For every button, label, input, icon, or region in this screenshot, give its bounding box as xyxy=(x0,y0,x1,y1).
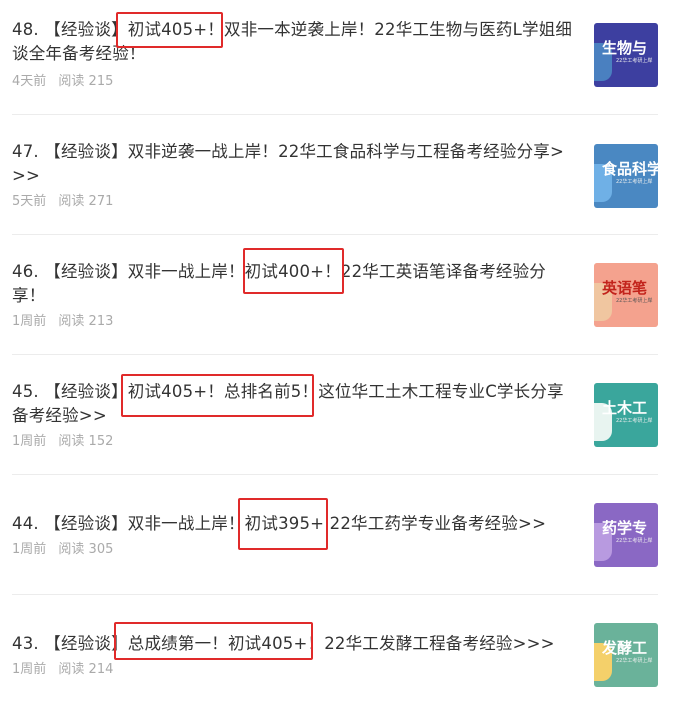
read-count: 阅读 305 xyxy=(58,542,114,557)
thumbnail-subtitle: 22华工考研上岸 xyxy=(616,179,653,185)
article-title[interactable]: 47. 【经验谈】双非逆袭一战上岸！22华工食品科学与工程备考经验分享>>> xyxy=(12,140,577,188)
highlight-box xyxy=(121,374,314,417)
read-count: 阅读 271 xyxy=(58,194,114,209)
publish-time: 1周前 xyxy=(12,662,47,677)
thumbnail-label: 发酵工 xyxy=(602,639,648,657)
read-count: 阅读 213 xyxy=(58,314,114,329)
thumbnail-label: 英语笔 xyxy=(602,279,648,297)
publish-time: 4天前 xyxy=(12,74,47,89)
article-thumbnail[interactable]: 英语笔 22华工考研上岸 xyxy=(594,263,658,327)
article-thumbnail[interactable]: 生物与 22华工考研上岸 xyxy=(594,23,658,87)
article-meta: 4天前 阅读 215 xyxy=(12,74,113,90)
read-count: 阅读 214 xyxy=(58,662,114,677)
divider xyxy=(12,114,658,115)
highlight-box xyxy=(243,248,344,294)
article-thumbnail[interactable]: 药学专 22华工考研上岸 xyxy=(594,503,658,567)
list-item[interactable]: 47. 【经验谈】双非逆袭一战上岸！22华工食品科学与工程备考经验分享>>> 5… xyxy=(0,140,677,232)
publish-time: 1周前 xyxy=(12,542,47,557)
article-thumbnail[interactable]: 食品科学 22华工考研上岸 xyxy=(594,144,658,208)
article-thumbnail[interactable]: 土木工 22华工考研上岸 xyxy=(594,383,658,447)
thumbnail-subtitle: 22华工考研上岸 xyxy=(616,418,653,424)
divider xyxy=(12,234,658,235)
thumbnail-label: 食品科学 xyxy=(602,160,658,178)
article-meta: 1周前 阅读 152 xyxy=(12,434,113,450)
publish-time: 1周前 xyxy=(12,434,47,449)
divider xyxy=(12,354,658,355)
read-count: 阅读 152 xyxy=(58,434,114,449)
divider xyxy=(12,474,658,475)
article-thumbnail[interactable]: 发酵工 22华工考研上岸 xyxy=(594,623,658,687)
highlight-box xyxy=(116,12,223,48)
article-meta: 5天前 阅读 271 xyxy=(12,194,113,210)
article-meta: 1周前 阅读 305 xyxy=(12,542,113,558)
thumbnail-label: 土木工 xyxy=(602,399,648,417)
publish-time: 5天前 xyxy=(12,194,47,209)
thumbnail-label: 生物与 xyxy=(602,39,648,57)
list-item[interactable]: 45. 【经验谈】初试405+！总排名前5！这位华工土木工程专业C学长分享备考经… xyxy=(0,380,677,472)
article-list: 48. 【经验谈】初试405+！双非一本逆袭上岸！22华工生物与医药L学姐细谈全… xyxy=(0,0,677,710)
list-item[interactable]: 43. 【经验谈】总成绩第一！初试405+！22华工发酵工程备考经验>>> 1周… xyxy=(0,623,677,710)
read-count: 阅读 215 xyxy=(58,74,114,89)
thumbnail-subtitle: 22华工考研上岸 xyxy=(616,58,653,64)
thumbnail-subtitle: 22华工考研上岸 xyxy=(616,658,653,664)
article-meta: 1周前 阅读 213 xyxy=(12,314,113,330)
thumbnail-subtitle: 22华工考研上岸 xyxy=(616,298,653,304)
thumbnail-label: 药学专 xyxy=(602,519,648,537)
list-item[interactable]: 48. 【经验谈】初试405+！双非一本逆袭上岸！22华工生物与医药L学姐细谈全… xyxy=(0,18,677,110)
thumbnail-subtitle: 22华工考研上岸 xyxy=(616,538,653,544)
publish-time: 1周前 xyxy=(12,314,47,329)
divider xyxy=(12,594,658,595)
article-title[interactable]: 48. 【经验谈】初试405+！双非一本逆袭上岸！22华工生物与医药L学姐细谈全… xyxy=(12,18,577,66)
list-item[interactable]: 44. 【经验谈】双非一战上岸！初试395+ 22华工药学专业备考经验>> 1周… xyxy=(0,503,677,604)
highlight-box xyxy=(238,498,328,550)
article-meta: 1周前 阅读 214 xyxy=(12,662,113,678)
highlight-box xyxy=(114,622,313,660)
